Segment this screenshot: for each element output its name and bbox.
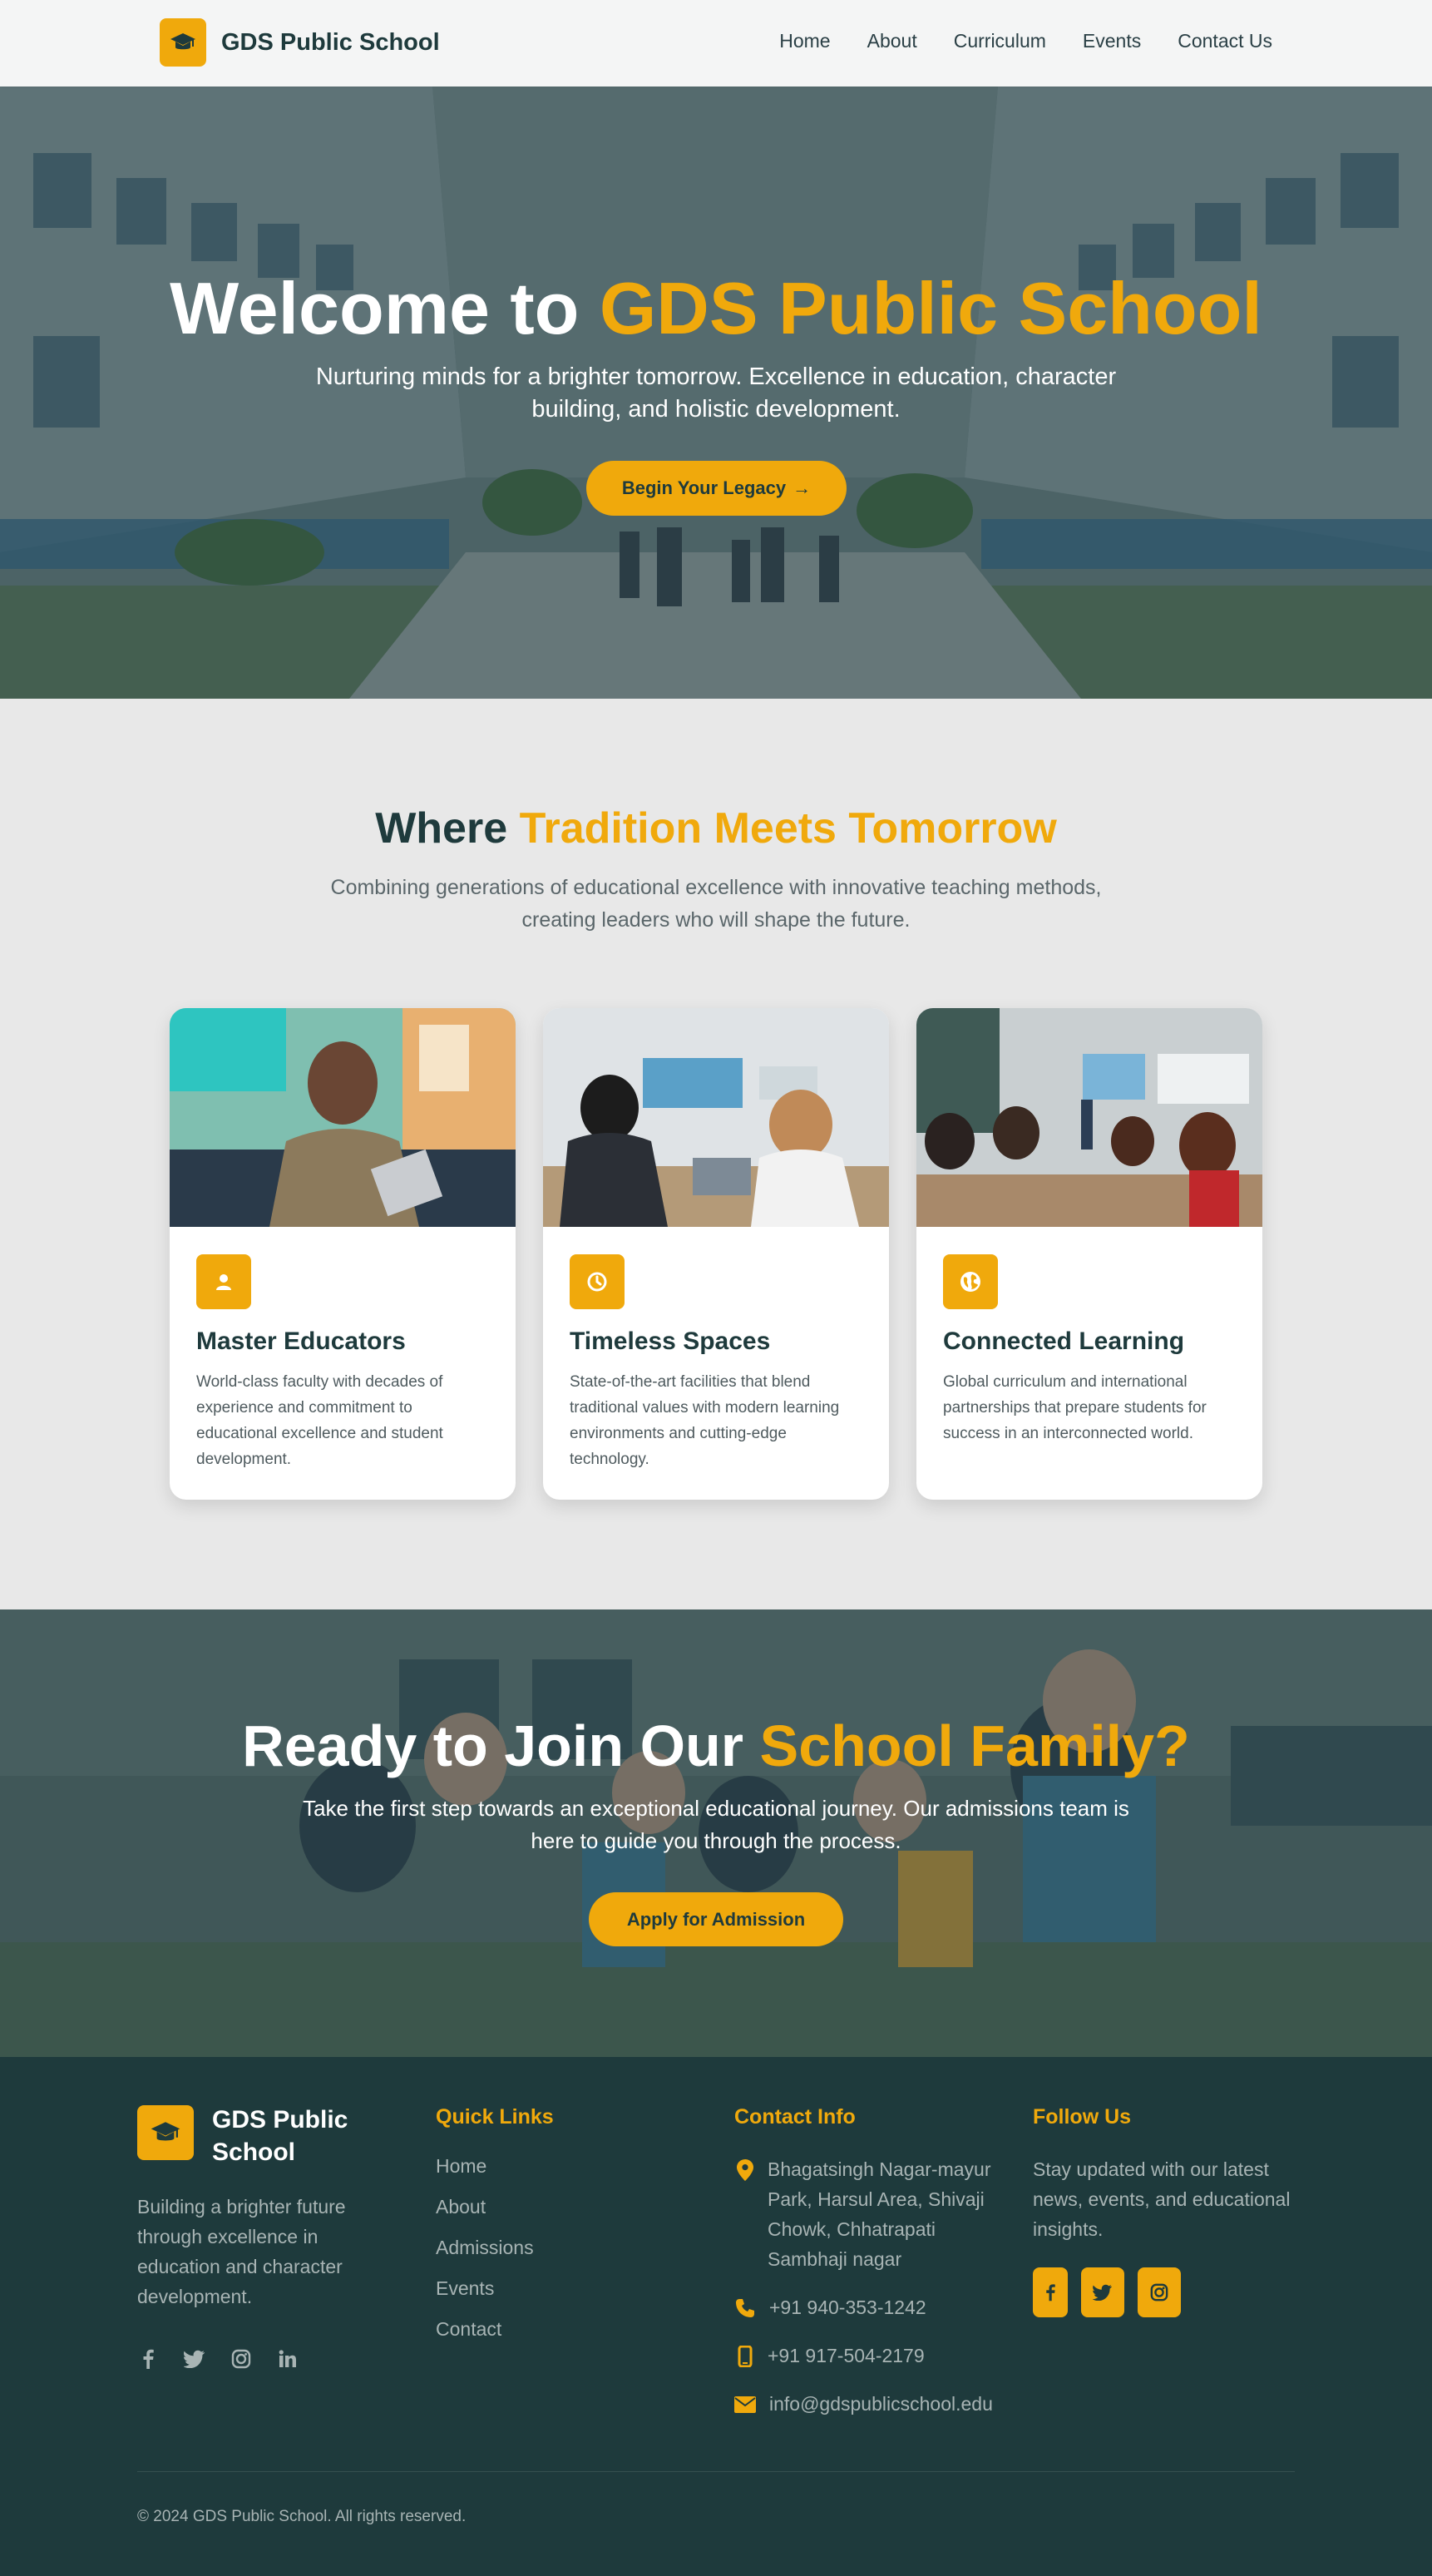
feature-card-learning[interactable]: Connected Learning Global curriculum and… <box>916 1008 1262 1500</box>
card-title: Timeless Spaces <box>570 1328 771 1355</box>
footer-contact-column: Contact Info Bhagatsingh Nagar-mayur Par… <box>734 2105 1010 2419</box>
contact-email-text: info@gdspublicschool.edu <box>769 2393 993 2415</box>
footer-follow-text: Stay updated with our latest news, event… <box>1033 2158 1291 2240</box>
contact-email[interactable]: info@gdspublicschool.edu <box>734 2389 1010 2419</box>
feature-card-spaces[interactable]: Timeless Spaces State-of-the-art facilit… <box>543 1008 889 1500</box>
cta-title-prefix: Ready to Join Our <box>242 1713 744 1778</box>
footer-heading-contact: Contact Info <box>734 2105 856 2129</box>
facebook-icon[interactable] <box>137 2348 159 2370</box>
footer-copyright: © 2024 GDS Public School. All rights res… <box>137 2508 467 2525</box>
twitter-icon[interactable] <box>1081 2267 1124 2317</box>
contact-address: Bhagatsingh Nagar-mayur Park, Harsul Are… <box>734 2154 1010 2274</box>
hero-title-accent: GDS Public School <box>599 267 1262 349</box>
footer-social-links <box>137 2348 387 2370</box>
footer-link-admissions[interactable]: Admissions <box>436 2236 554 2260</box>
begin-legacy-button[interactable]: Begin Your Legacy → <box>586 461 847 516</box>
clock-icon <box>570 1254 625 1309</box>
nav-link-events[interactable]: Events <box>1083 30 1141 52</box>
section-subtitle-tradition: Combining generations of educational exc… <box>330 876 1102 932</box>
brand-logo[interactable]: GDS Public School <box>160 18 440 67</box>
mobile-icon <box>734 2344 756 2369</box>
phone-icon <box>734 2296 756 2321</box>
hero-section: Welcome to GDS Public School Nurturing m… <box>0 87 1432 699</box>
map-pin-icon <box>734 2158 756 2183</box>
contact-phone-1[interactable]: +91 940-353-1242 <box>734 2292 1010 2322</box>
cta-title: Ready to Join Our School Family? <box>0 1713 1432 1779</box>
footer-link-events[interactable]: Events <box>436 2277 554 2301</box>
linkedin-icon[interactable] <box>277 2348 299 2370</box>
top-navbar: GDS Public School Home About Curriculum … <box>0 0 1432 87</box>
footer-quick-links-column: Quick Links Home About Admissions Events… <box>436 2105 554 2358</box>
card-text: State-of-the-art facilities that blend t… <box>570 1373 840 1468</box>
graduation-cap-icon <box>160 18 206 67</box>
user-icon <box>196 1254 251 1309</box>
globe-icon <box>943 1254 998 1309</box>
footer-brand-name: GDS Public School <box>212 2106 348 2166</box>
twitter-icon[interactable] <box>184 2348 205 2370</box>
contact-phone-2[interactable]: +91 917-504-2179 <box>734 2341 1010 2371</box>
card-image-teacher <box>170 1008 516 1227</box>
footer-heading-quick-links: Quick Links <box>436 2105 554 2129</box>
envelope-icon <box>734 2392 756 2417</box>
card-text: World-class faculty with decades of expe… <box>196 1373 443 1468</box>
feature-card-educators[interactable]: Master Educators World-class faculty wit… <box>170 1008 516 1500</box>
footer-about-text: Building a brighter future through excel… <box>137 2196 346 2307</box>
contact-phone-2-text: +91 917-504-2179 <box>768 2345 925 2366</box>
footer-link-about[interactable]: About <box>436 2195 554 2219</box>
feature-cards: Master Educators World-class faculty wit… <box>170 1008 1262 1500</box>
footer-heading-follow: Follow Us <box>1033 2105 1132 2129</box>
tradition-title-accent: Tradition Meets Tomorrow <box>519 804 1057 853</box>
footer-brand-column: GDS Public School Building a brighter fu… <box>137 2105 387 2370</box>
nav-link-about[interactable]: About <box>867 30 917 52</box>
contact-address-text: Bhagatsingh Nagar-mayur Park, Harsul Are… <box>768 2158 991 2270</box>
footer-link-contact[interactable]: Contact <box>436 2317 554 2341</box>
footer-quick-links: Home About Admissions Events Contact <box>436 2154 554 2341</box>
nav-links: Home About Curriculum Events Contact Us <box>779 30 1272 52</box>
section-title-tradition: Where Tradition Meets Tomorrow <box>0 803 1432 853</box>
card-title: Connected Learning <box>943 1328 1185 1355</box>
cta-subtitle: Take the first step towards an exception… <box>303 1796 1129 1853</box>
site-footer: GDS Public School Building a brighter fu… <box>0 2057 1432 2576</box>
card-image-lecture-hall <box>916 1008 1262 1227</box>
nav-link-curriculum[interactable]: Curriculum <box>954 30 1046 52</box>
arrow-right-icon: → <box>793 477 812 498</box>
card-title: Master Educators <box>196 1328 406 1355</box>
nav-link-contact[interactable]: Contact Us <box>1178 30 1272 52</box>
card-image-classroom <box>543 1008 889 1227</box>
footer-divider <box>137 2471 1295 2472</box>
apply-admission-button[interactable]: Apply for Admission <box>589 1892 843 1946</box>
cta-title-accent: School Family? <box>759 1713 1190 1778</box>
instagram-icon[interactable] <box>1138 2267 1181 2317</box>
card-text: Global curriculum and international part… <box>943 1373 1207 1442</box>
facebook-icon[interactable] <box>1033 2267 1068 2317</box>
brand-name: GDS Public School <box>221 28 440 56</box>
contact-phone-1-text: +91 940-353-1242 <box>769 2297 926 2318</box>
hero-subtitle: Nurturing minds for a brighter tomorrow.… <box>315 363 1117 423</box>
instagram-icon[interactable] <box>230 2348 252 2370</box>
footer-link-home[interactable]: Home <box>436 2154 554 2178</box>
graduation-cap-icon <box>137 2105 194 2160</box>
footer-brand[interactable]: GDS Public School <box>137 2105 387 2168</box>
hero-title: Welcome to GDS Public School <box>0 266 1432 351</box>
hero-title-prefix: Welcome to <box>170 267 580 349</box>
nav-link-home[interactable]: Home <box>779 30 830 52</box>
begin-legacy-label: Begin Your Legacy <box>621 477 787 498</box>
cta-section: Ready to Join Our School Family? Take th… <box>0 1609 1432 2057</box>
tradition-title-prefix: Where <box>375 804 508 853</box>
follow-buttons <box>1033 2267 1299 2317</box>
footer-follow-column: Follow Us Stay updated with our latest n… <box>1033 2105 1299 2317</box>
